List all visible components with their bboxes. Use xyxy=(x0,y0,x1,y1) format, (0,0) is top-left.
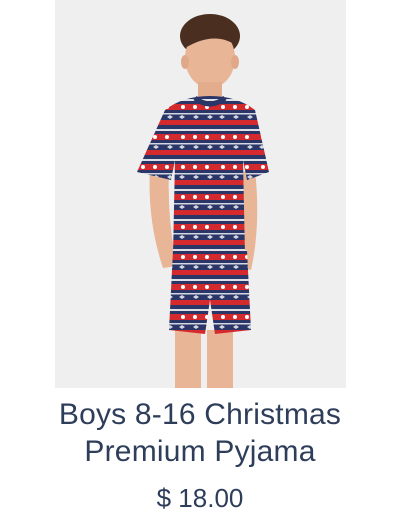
product-card[interactable]: Boys 8-16 Christmas Premium Pyjama $ 18.… xyxy=(0,0,400,520)
product-title-line-2[interactable]: Premium Pyjama xyxy=(0,433,400,470)
boy-in-pyjama-illustration xyxy=(137,14,269,388)
product-price: $ 18.00 xyxy=(156,483,244,513)
product-title[interactable]: Boys 8-16 Christmas Premium Pyjama xyxy=(0,396,400,470)
product-image[interactable] xyxy=(55,0,346,388)
product-title-line-1[interactable]: Boys 8-16 Christmas xyxy=(0,396,400,433)
